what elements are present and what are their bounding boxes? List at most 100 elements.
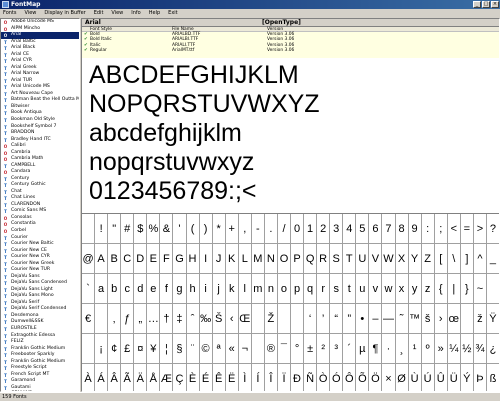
glyph-cell[interactable]: Ð xyxy=(291,364,305,391)
glyph-cell[interactable]: r xyxy=(317,274,331,304)
glyph-cell[interactable]: u xyxy=(356,274,370,304)
glyph-cell[interactable]: ~ xyxy=(473,274,487,304)
glyph-cell[interactable]: ¤ xyxy=(134,334,148,364)
glyph-cell[interactable]: o xyxy=(277,274,291,304)
glyph-cell[interactable]: Ÿ xyxy=(486,304,499,334)
glyph-cell[interactable]: ´ xyxy=(343,334,357,364)
glyph-cell[interactable]: Ž xyxy=(264,304,278,334)
glyph-cell[interactable] xyxy=(291,304,305,334)
glyph-cell[interactable]: Š xyxy=(212,304,226,334)
glyph-cell[interactable]: › xyxy=(434,304,448,334)
glyph-cell[interactable]: – xyxy=(369,304,383,334)
glyph-cell[interactable]: Ù xyxy=(409,364,422,391)
close-icon[interactable]: × xyxy=(491,1,499,8)
glyph-cell[interactable]: À xyxy=(82,364,96,391)
glyph-cell[interactable]: Q xyxy=(304,244,318,274)
glyph-cell[interactable]: ‰ xyxy=(199,304,213,334)
glyph-cell[interactable]: w xyxy=(382,274,396,304)
glyph-cell[interactable]: } xyxy=(460,274,474,304)
glyph-cell[interactable]: ^ xyxy=(473,244,487,274)
glyph-cell[interactable]: ; xyxy=(434,214,448,244)
glyph-cell[interactable]: b xyxy=(108,274,122,304)
glyph-cell[interactable]: p xyxy=(291,274,305,304)
glyph-cell[interactable]: < xyxy=(447,214,461,244)
glyph-cell[interactable]: Ò xyxy=(317,364,331,391)
glyph-cell[interactable]: e xyxy=(147,274,161,304)
glyph-cell[interactable]: º xyxy=(421,334,435,364)
glyph-cell[interactable]: « xyxy=(225,334,239,364)
glyph-cell[interactable]: Z xyxy=(421,244,435,274)
glyph-cell[interactable]: Ë xyxy=(226,364,239,391)
glyph-cell[interactable]: 3 xyxy=(330,214,344,244)
glyph-cell[interactable]: • xyxy=(356,304,370,334)
glyph-cell[interactable]: 0 xyxy=(291,214,305,244)
font-list[interactable]: O Adobe Unicode MS O AIPM Mincho O Arial T Aria… xyxy=(0,18,80,392)
glyph-cell[interactable]: Õ xyxy=(356,364,370,391)
glyph-cell[interactable]: ¸ xyxy=(395,334,409,364)
glyph-cell[interactable]: * xyxy=(212,214,226,244)
glyph-cell[interactable]: ” xyxy=(343,304,357,334)
glyph-cell[interactable]: 1 xyxy=(304,214,318,244)
glyph-cell[interactable]: Ï xyxy=(278,364,291,391)
glyph-cell[interactable]: a xyxy=(95,274,109,304)
glyph-cell[interactable]: v xyxy=(369,274,383,304)
glyph-cell[interactable]: È xyxy=(187,364,200,391)
glyph-cell[interactable]: ¦ xyxy=(160,334,174,364)
glyph-cell[interactable]: x xyxy=(395,274,409,304)
glyph-cell[interactable]: Î xyxy=(265,364,278,391)
glyph-cell[interactable]: ™ xyxy=(408,304,422,334)
glyph-cell[interactable]: f xyxy=(160,274,174,304)
glyph-cell[interactable]: ‚ xyxy=(108,304,122,334)
glyph-cell[interactable]: % xyxy=(147,214,161,244)
glyph-cell[interactable]: Ý xyxy=(461,364,474,391)
glyph-cell[interactable]: © xyxy=(199,334,213,364)
glyph-cell[interactable]: $ xyxy=(134,214,148,244)
glyph-cell[interactable]: · xyxy=(382,334,396,364)
glyph-cell[interactable]: : xyxy=(421,214,435,244)
table-row[interactable]: ✔ Regular ArialMT.ttf Version 3.06 xyxy=(82,48,499,53)
glyph-cell[interactable]: _ xyxy=(486,244,499,274)
glyph-cell[interactable]: Ä xyxy=(134,364,148,391)
glyph-cell[interactable]: n xyxy=(264,274,278,304)
glyph-cell[interactable] xyxy=(82,334,96,364)
glyph-cell[interactable]: d xyxy=(134,274,148,304)
glyph-cell[interactable]: ’ xyxy=(317,304,331,334)
glyph-cell[interactable]: ) xyxy=(199,214,213,244)
glyph-cell[interactable]: ( xyxy=(186,214,200,244)
menu-item[interactable]: View xyxy=(25,9,37,17)
glyph-cell[interactable]: ] xyxy=(460,244,474,274)
glyph-cell[interactable]: œ xyxy=(447,304,461,334)
glyph-cell[interactable]: Æ xyxy=(160,364,174,391)
glyph-cell[interactable]: # xyxy=(121,214,135,244)
glyph-cell[interactable] xyxy=(486,274,499,304)
glyph-cell[interactable]: m xyxy=(251,274,265,304)
glyph-cell[interactable]: ` xyxy=(82,274,96,304)
glyph-cell[interactable]: ° xyxy=(291,334,305,364)
glyph-cell[interactable]: = xyxy=(460,214,474,244)
glyph-cell[interactable]: ' xyxy=(173,214,187,244)
glyph-cell[interactable]: C xyxy=(121,244,135,274)
glyph-cell[interactable]: ˜ xyxy=(395,304,409,334)
glyph-cell[interactable]: ¬ xyxy=(238,334,252,364)
glyph-cell[interactable]: § xyxy=(173,334,187,364)
glyph-cell[interactable]: R xyxy=(317,244,331,274)
glyph-cell[interactable]: t xyxy=(343,274,357,304)
glyph-cell[interactable]: ! xyxy=(95,214,109,244)
glyph-cell[interactable]: V xyxy=(369,244,383,274)
glyph-cell[interactable]: Á xyxy=(95,364,109,391)
glyph-cell[interactable]: h xyxy=(186,274,200,304)
glyph-cell[interactable]: L xyxy=(238,244,252,274)
glyph-cell[interactable]: 8 xyxy=(395,214,409,244)
glyph-cell[interactable]: „ xyxy=(134,304,148,334)
glyph-cell[interactable]: Ú xyxy=(422,364,435,391)
glyph-cell[interactable]: & xyxy=(160,214,174,244)
glyph-cell[interactable]: … xyxy=(147,304,161,334)
menu-item[interactable]: Exit xyxy=(168,9,177,17)
glyph-cell[interactable] xyxy=(251,334,265,364)
glyph-cell[interactable]: 7 xyxy=(382,214,396,244)
menu-item[interactable]: Help xyxy=(149,9,160,17)
glyph-cell[interactable]: @ xyxy=(82,244,96,274)
menu-item[interactable]: Info xyxy=(131,9,140,17)
glyph-cell[interactable]: z xyxy=(421,274,435,304)
glyph-cell[interactable]: + xyxy=(225,214,239,244)
